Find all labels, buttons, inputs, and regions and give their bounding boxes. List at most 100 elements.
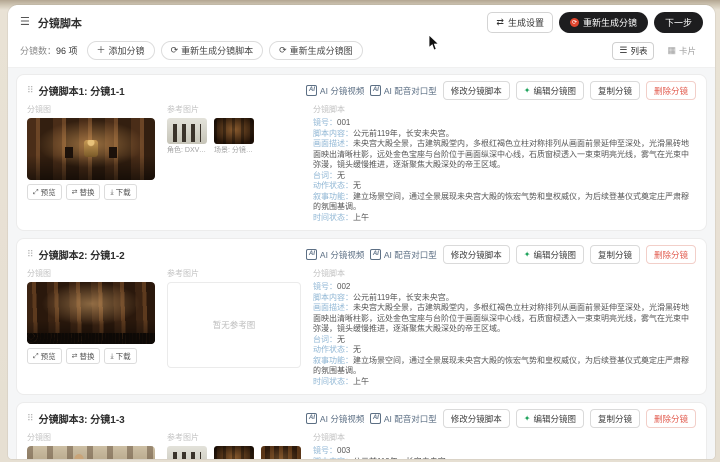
preview-button[interactable]: ⤢ 预览	[27, 348, 62, 364]
replace-button[interactable]: ⇄ 替换	[66, 348, 101, 364]
field-action-state: 动作状态：无	[313, 181, 696, 192]
view-card-label: 卡片	[679, 45, 696, 57]
download-button[interactable]: ⤓ 下载	[104, 348, 136, 364]
regen-scripts-button[interactable]: ⟳ 重新生成分镜脚本	[161, 41, 264, 60]
script-label: 分镜脚本	[313, 268, 696, 279]
reference-thumbnail[interactable]	[167, 118, 207, 144]
shot-image[interactable]	[27, 282, 155, 344]
view-toggle-card[interactable]: ▦ 卡片	[660, 42, 703, 60]
field-shot-number: 镜号：002	[313, 282, 696, 293]
reference-item: 角色: kDZX...	[167, 446, 207, 459]
preview-button[interactable]: ⤢ 预览	[27, 184, 62, 200]
reference-thumbnail[interactable]	[167, 446, 207, 459]
regen-scripts-label: 重新生成分镜脚本	[181, 44, 253, 57]
regenerate-storyboard-label: 重新生成分镜	[583, 16, 637, 29]
field-action-state: 动作状态：无	[313, 345, 696, 356]
replace-icon: ⇄	[72, 353, 78, 360]
delete-shot-button[interactable]: 删除分镜	[646, 245, 696, 264]
modify-script-button[interactable]: 修改分镜脚本	[443, 409, 510, 428]
page-header: ☰ 分镜脚本 ⇄ 生成设置 ⟳ 重新生成分镜 下一步	[8, 5, 715, 38]
ai-video-link[interactable]: AI AI 分镜视频	[306, 85, 364, 97]
drag-handle-icon[interactable]: ⠿	[27, 250, 34, 259]
copy-shot-button[interactable]: 复制分镜	[590, 245, 640, 264]
card-title: 分镜脚本1: 分镜1-1	[39, 83, 125, 98]
view-toggle-list[interactable]: ☰ 列表	[612, 42, 654, 60]
preview-icon: ⤢	[33, 189, 39, 196]
shot-image[interactable]	[27, 446, 155, 459]
refresh-icon: ⟳	[171, 46, 179, 55]
drag-handle-icon[interactable]: ⠿	[27, 414, 34, 423]
refresh-icon: ⟳	[570, 18, 579, 27]
field-script-content: 脚本内容：公元前119年，长安未央宫。	[313, 293, 696, 304]
reference-caption: 角色: DXVy...	[167, 145, 207, 155]
card-title: 分镜脚本2: 分镜1-2	[39, 247, 125, 262]
crowd-silhouette	[27, 333, 155, 344]
app-window: ☰ 分镜脚本 ⇄ 生成设置 ⟳ 重新生成分镜 下一步 分镜数：96 项 ＋ 添加…	[8, 5, 715, 459]
card-title: 分镜脚本3: 分镜1-3	[39, 411, 125, 426]
field-script-content: 脚本内容：公元前119年，长安未央宫。	[313, 457, 696, 460]
script-label: 分镜脚本	[313, 104, 696, 115]
replace-icon: ⇄	[72, 189, 78, 196]
reference-item: 场景: 分镜1-...	[214, 118, 254, 155]
refresh-icon: ⟳	[279, 46, 287, 55]
field-dialogue: 台词：无	[313, 335, 696, 346]
ai-dub-link[interactable]: AI AI 配音对口型	[370, 413, 436, 425]
script-label: 分镜脚本	[313, 432, 696, 443]
swap-icon: ⇄	[496, 18, 504, 27]
next-step-label: 下一步	[665, 16, 692, 29]
no-reference-placeholder: 暂无参考图	[167, 282, 301, 368]
storyboard-card-2: ⠿ 分镜脚本2: 分镜1-2 AI AI 分镜视频 AI AI 配音对口型 修改…	[16, 238, 707, 395]
grid-icon: ▦	[667, 46, 676, 55]
storyboard-card-3: ⠿ 分镜脚本3: 分镜1-3 AI AI 分镜视频 AI AI 配音对口型 修改…	[16, 402, 707, 459]
ai-video-link[interactable]: AI AI 分镜视频	[306, 249, 364, 261]
reference-images-label: 参考图片	[167, 268, 301, 279]
reference-item: 场景: WxDE...	[261, 446, 301, 459]
edit-image-button[interactable]: ✦ 编辑分镜图	[516, 409, 584, 428]
field-visual-description: 画面描述：未央宫大殿全景，古建筑殿堂内，多根红褐色立柱对称排列从画面前景延伸至深…	[313, 139, 696, 171]
shot-image-label: 分镜图	[27, 104, 155, 115]
magic-icon: ✦	[524, 87, 531, 95]
screen: { "colors": { "accent_green": "#1fa35c",…	[0, 0, 720, 462]
copy-shot-button[interactable]: 复制分镜	[590, 409, 640, 428]
reference-item: 角色: DXVy...	[167, 118, 207, 155]
reference-thumbnail[interactable]	[261, 446, 301, 459]
regenerate-storyboard-button[interactable]: ⟳ 重新生成分镜	[559, 12, 648, 33]
field-shot-number: 镜号：001	[313, 118, 696, 129]
field-narrative-function: 叙事功能：建立场景空间，通过全景展现未央宫大殿的恢宏气势和皇权威仪，为后续登基仪…	[313, 356, 696, 377]
ai-dub-link[interactable]: AI AI 配音对口型	[370, 249, 436, 261]
download-button[interactable]: ⤓ 下载	[104, 184, 136, 200]
regen-images-button[interactable]: ⟳ 重新生成分镜图	[269, 41, 363, 60]
magic-icon: ✦	[524, 251, 531, 259]
reference-images-label: 参考图片	[167, 432, 301, 443]
edit-image-button[interactable]: ✦ 编辑分镜图	[516, 81, 584, 100]
modify-script-button[interactable]: 修改分镜脚本	[443, 81, 510, 100]
page-title: 分镜脚本	[38, 15, 82, 31]
ai-dub-link[interactable]: AI AI 配音对口型	[370, 85, 436, 97]
field-time-state: 时间状态：上午	[313, 377, 696, 388]
drag-handle-icon[interactable]: ⠿	[27, 86, 34, 95]
replace-button[interactable]: ⇄ 替换	[66, 184, 101, 200]
add-shot-button[interactable]: ＋ 添加分镜	[87, 41, 155, 60]
generation-settings-button[interactable]: ⇄ 生成设置	[487, 12, 553, 33]
field-shot-number: 镜号：003	[313, 446, 696, 457]
copy-shot-button[interactable]: 复制分镜	[590, 81, 640, 100]
delete-shot-button[interactable]: 删除分镜	[646, 81, 696, 100]
ai-icon: AI	[306, 249, 317, 259]
delete-shot-button[interactable]: 删除分镜	[646, 409, 696, 428]
ai-video-link[interactable]: AI AI 分镜视频	[306, 413, 364, 425]
shot-image-label: 分镜图	[27, 432, 155, 443]
menu-icon[interactable]: ☰	[20, 17, 30, 28]
next-step-button[interactable]: 下一步	[654, 12, 703, 33]
ai-icon: AI	[306, 85, 317, 95]
edit-image-button[interactable]: ✦ 编辑分镜图	[516, 245, 584, 264]
list-icon: ☰	[619, 46, 627, 55]
regen-images-label: 重新生成分镜图	[290, 44, 353, 57]
reference-thumbnail[interactable]	[214, 118, 254, 144]
field-time-state: 时间状态：上午	[313, 213, 696, 224]
field-script-content: 脚本内容：公元前119年，长安未央宫。	[313, 129, 696, 140]
add-shot-label: 添加分镜	[109, 44, 145, 57]
modify-script-button[interactable]: 修改分镜脚本	[443, 245, 510, 264]
reference-thumbnail[interactable]	[214, 446, 254, 459]
shot-image[interactable]	[27, 118, 155, 180]
reference-images-label: 参考图片	[167, 104, 301, 115]
